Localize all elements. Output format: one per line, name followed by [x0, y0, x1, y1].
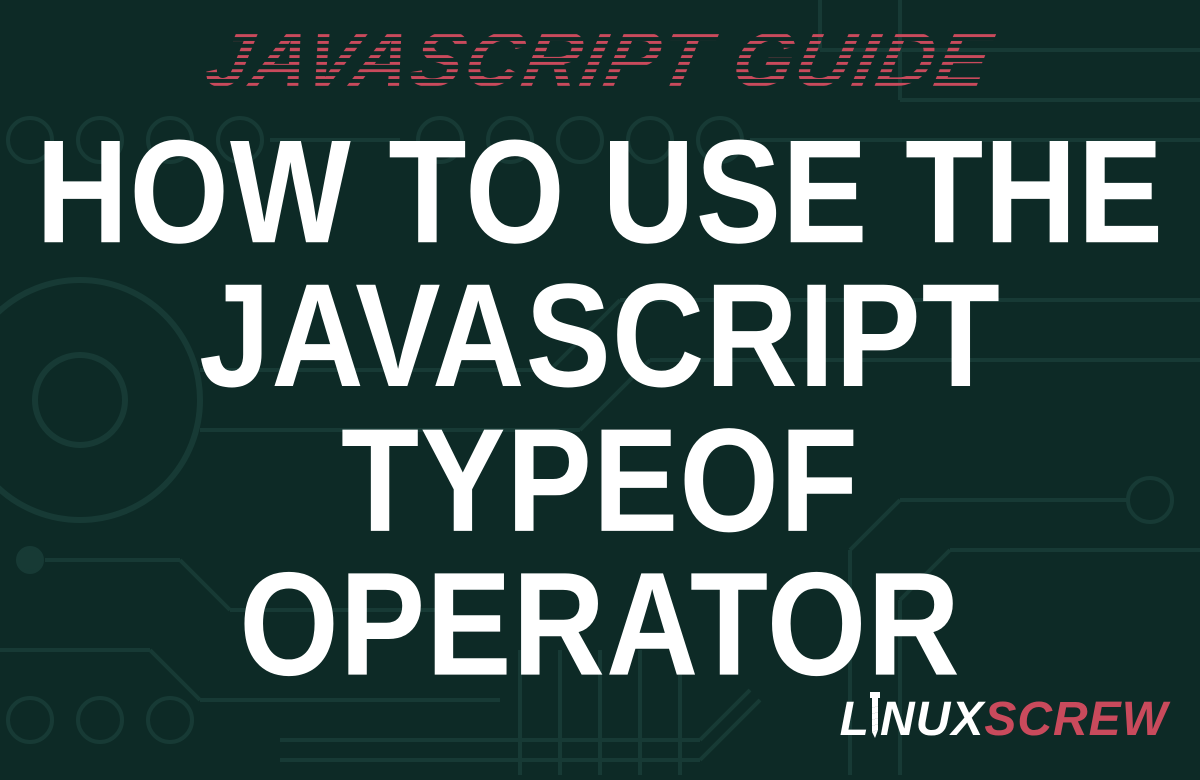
title-line-1: HOW TO USE THE [0, 120, 1200, 264]
title-line-2: JAVASCRIPT TYPEOF [0, 265, 1200, 554]
brand-part-l: L [840, 693, 870, 746]
main-title: HOW TO USE THE JAVASCRIPT TYPEOF OPERATO… [0, 120, 1200, 697]
screw-icon [868, 692, 882, 740]
content-container: JAVASCRIPT GUIDE HOW TO USE THE JAVASCRI… [0, 0, 1200, 775]
subtitle-text: JAVASCRIPT GUIDE [200, 20, 1000, 98]
brand-part-screw: SCREW [984, 693, 1168, 746]
title-line-3: OPERATOR [0, 553, 1200, 697]
brand-part-nux: NUX [880, 693, 984, 746]
brand-logo: LNUXSCREW [840, 692, 1168, 747]
